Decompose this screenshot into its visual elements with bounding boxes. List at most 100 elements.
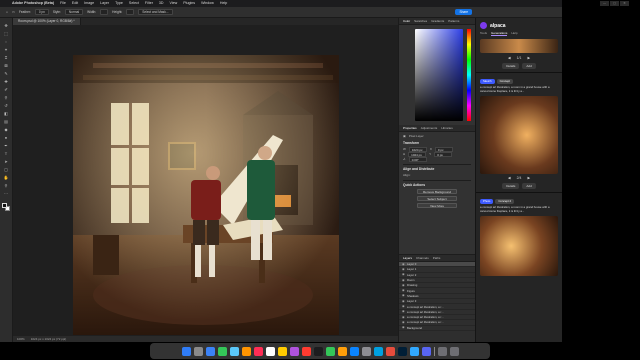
close-icon[interactable]: ✕ [620,1,629,6]
photos-icon[interactable] [253,346,263,356]
eye-icon[interactable]: ◉ [402,267,405,271]
details-button[interactable]: Details [502,183,520,190]
menu-type[interactable]: Type [115,0,123,7]
menu-help[interactable]: Help [220,0,227,7]
next-arrow-icon[interactable]: ▶ [527,176,530,181]
menu-plugins[interactable]: Plugins [183,0,195,7]
layer-row[interactable]: ◉ Background [399,326,476,331]
tab-channels[interactable]: Channels [416,256,429,260]
brush-tool-icon[interactable]: ✐ [3,87,10,93]
mail-icon[interactable] [229,346,239,356]
height-input[interactable] [126,9,135,15]
angle-field[interactable]: 0.00° [408,157,427,162]
maximize-icon[interactable]: ▢ [610,1,619,6]
eye-icon[interactable]: ◉ [402,289,405,292]
eye-icon[interactable]: ◉ [402,262,405,266]
dodge-tool-icon[interactable]: ● [3,135,10,141]
eraser-tool-icon[interactable]: ◧ [3,111,10,117]
tag[interactable]: Concept 2 [495,199,515,205]
stamp-tool-icon[interactable]: ⚲ [3,95,10,101]
tab-gradients[interactable]: Gradients [431,19,444,23]
calendar-icon[interactable] [265,346,275,356]
menu-select[interactable]: Select [129,0,139,7]
app-icon[interactable] [385,346,395,356]
eye-icon[interactable]: ◉ [402,273,405,276]
tag[interactable]: Photo [480,199,494,205]
path-select-tool-icon[interactable]: ➤ [3,159,10,165]
style-select[interactable]: Normal [64,9,84,15]
eye-icon[interactable]: ◉ [402,299,405,303]
prev-arrow-icon[interactable]: ◀ [508,56,511,61]
discord-icon[interactable] [421,346,431,356]
tab-color[interactable]: Color [403,19,410,23]
eye-icon[interactable]: ◉ [402,305,405,308]
home-icon[interactable]: ⌂ [6,10,8,14]
lasso-tool-icon[interactable]: ◌ [3,39,10,45]
zoom-tool-icon[interactable]: ⚲ [3,183,10,189]
history-brush-tool-icon[interactable]: ↺ [3,103,10,109]
tab-properties[interactable]: Properties [403,126,417,130]
tab-patterns[interactable]: Patterns [448,19,459,23]
saturation-value-field[interactable] [415,29,463,121]
add-button[interactable]: Add [522,183,536,190]
browser-icon[interactable] [373,346,383,356]
blur-tool-icon[interactable]: ◆ [3,127,10,133]
safari-icon[interactable] [205,346,215,356]
menu-3d[interactable]: 3D [159,0,164,7]
photoshop-beta-icon[interactable] [409,346,419,356]
finder-icon[interactable] [181,346,191,356]
feather-input[interactable]: 0 px [34,9,49,15]
object-select-tool-icon[interactable]: ⌖ [3,47,10,53]
trash-icon[interactable] [449,346,459,356]
tab-swatches[interactable]: Swatches [414,19,427,23]
menu-edit[interactable]: Edit [72,0,78,7]
gradient-tool-icon[interactable]: ▤ [3,119,10,125]
tab-paths[interactable]: Paths [433,256,441,260]
launchpad-icon[interactable] [193,346,203,356]
menu-view[interactable]: View [170,0,178,7]
eye-icon[interactable]: ◉ [402,278,405,282]
details-button[interactable]: Details [502,63,520,69]
app-store-icon[interactable] [349,346,359,356]
remove-background-button[interactable]: Remove Background [417,189,457,194]
music-icon[interactable] [301,346,311,356]
move-tool-icon[interactable]: ✥ [3,23,10,29]
marquee-tool-icon[interactable]: ⬚ [3,31,10,37]
tab-generations[interactable]: Generations [491,31,508,36]
eye-icon[interactable]: ◉ [402,310,405,313]
hand-tool-icon[interactable]: ✋ [3,175,10,181]
menu-image[interactable]: Image [84,0,94,7]
eye-icon[interactable]: ◉ [402,294,405,297]
tag[interactable]: Concept [496,79,513,84]
photoshop-icon[interactable] [397,346,407,356]
pages-icon[interactable] [337,346,347,356]
generation-image[interactable] [480,216,558,277]
select-subject-button[interactable]: Select Subject [417,196,457,201]
maps-icon[interactable] [241,346,251,356]
generation-image[interactable] [480,96,558,175]
tab-libraries[interactable]: Libraries [441,126,453,130]
hue-slider[interactable] [467,29,471,121]
color-swatches[interactable] [1,203,11,212]
zoom-level[interactable]: 100% [17,337,25,341]
numbers-icon[interactable] [325,346,335,356]
crop-tool-icon[interactable]: ⌗ [3,55,10,61]
tab-adjustments[interactable]: Adjustments [421,126,438,130]
generation-thumbnail[interactable] [480,39,558,53]
color-picker[interactable] [415,29,471,125]
marquee-icon[interactable]: ▭ [12,10,15,14]
next-arrow-icon[interactable]: ▶ [527,56,530,61]
downloads-icon[interactable] [437,346,447,356]
add-button[interactable]: Add [522,63,536,69]
tab-layers[interactable]: Layers [403,256,412,260]
tag[interactable]: Sketch [480,79,495,84]
eye-icon[interactable]: ◉ [402,315,405,319]
document-tab[interactable]: Room.psd @ 100% (Layer 0, RGB/8#) * [13,18,81,25]
messages-icon[interactable] [217,346,227,356]
prev-arrow-icon[interactable]: ◀ [508,176,511,181]
eye-icon[interactable]: ◉ [402,283,405,287]
select-mask-button[interactable]: Select and Mask... [138,9,173,15]
tab-help[interactable]: Help [511,31,517,36]
more-tools-icon[interactable]: ⋯ [3,191,10,197]
foreground-color-swatch[interactable] [1,203,7,208]
